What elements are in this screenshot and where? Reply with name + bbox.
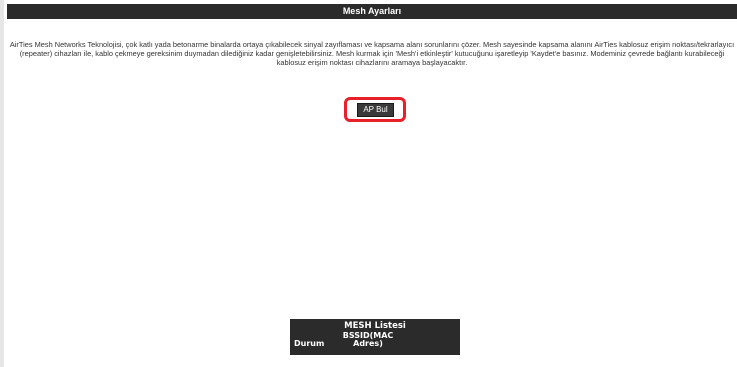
mesh-list-title: MESH Listesi [344, 321, 406, 331]
mesh-settings-page: Mesh Ayarları AirTies Mesh Networks Tekn… [0, 0, 737, 367]
mesh-description-text: AirTies Mesh Networks Teknolojisi, çok k… [9, 40, 735, 67]
column-header-status: Durum [294, 339, 325, 348]
ap-find-button[interactable]: AP Bul [357, 103, 394, 117]
column-header-bssid: BSSID(MAC Adres) [342, 331, 394, 348]
page-title: Mesh Ayarları [342, 6, 402, 16]
page-title-bar: Mesh Ayarları [7, 4, 737, 19]
mesh-list-table: MESH Listesi Durum BSSID(MAC Adres) [290, 319, 460, 355]
left-frame-border [0, 0, 4, 367]
